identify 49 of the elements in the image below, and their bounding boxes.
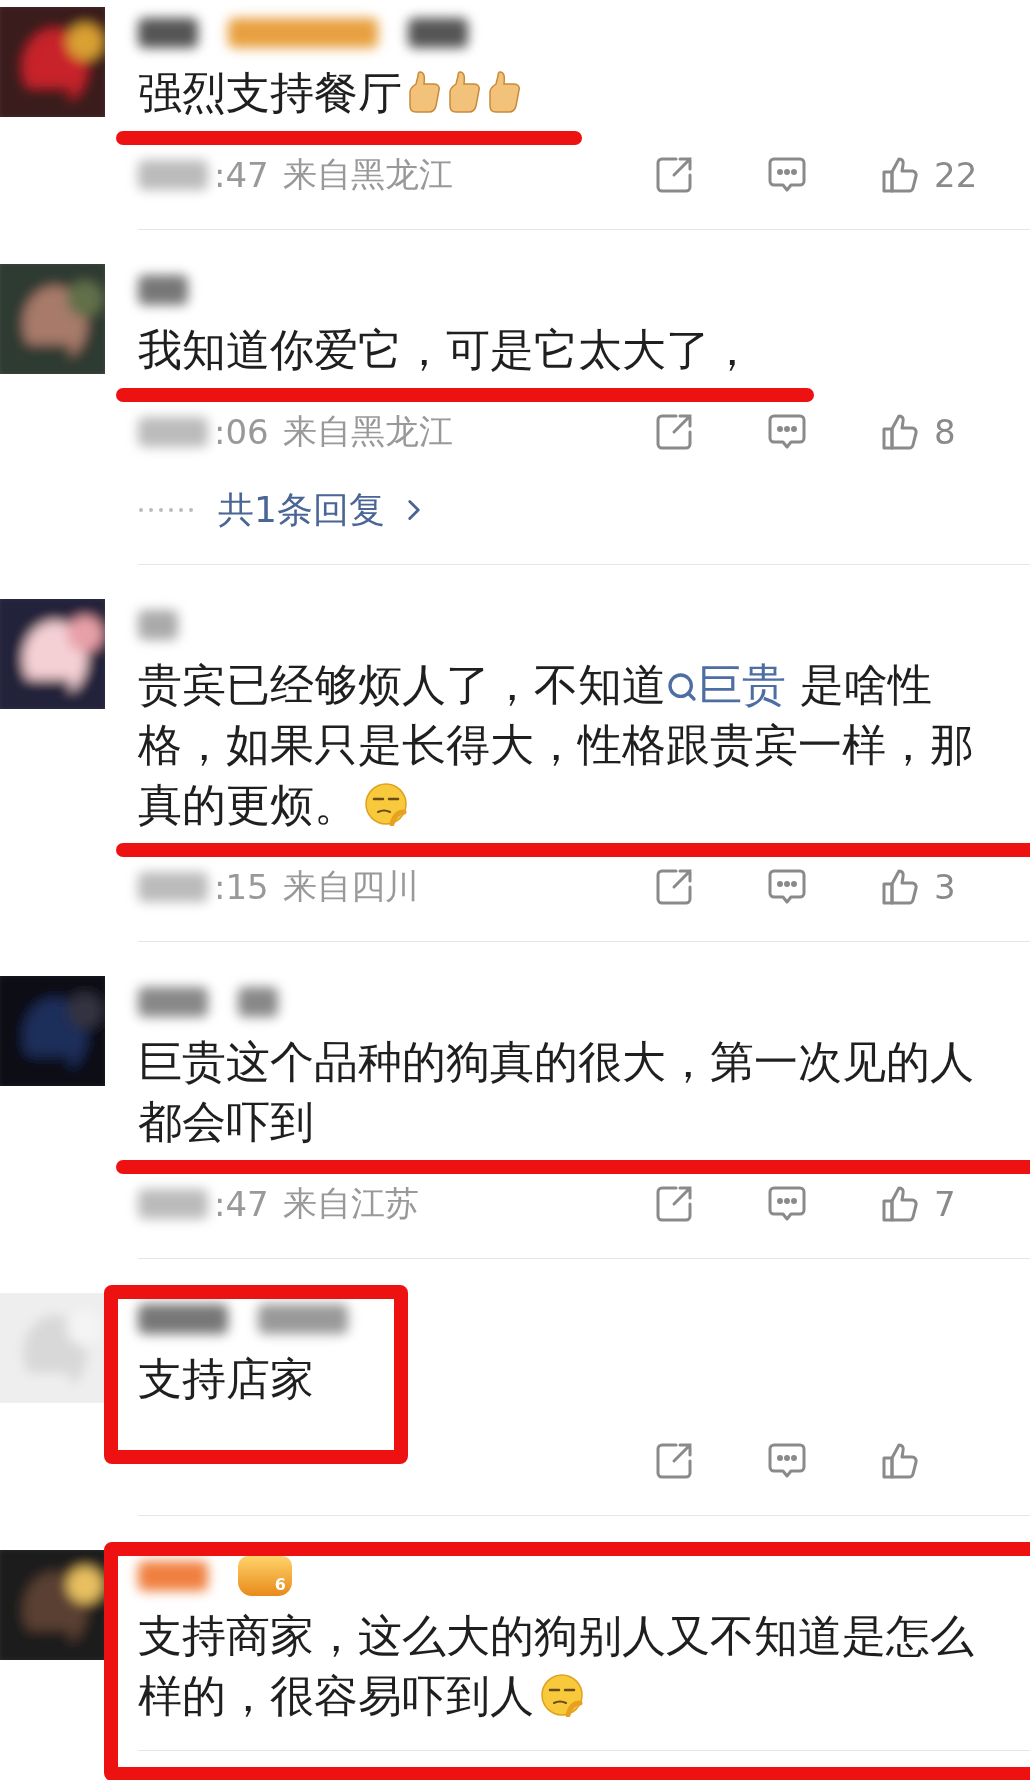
topic-link[interactable]: 巨贵 [666,659,786,710]
blurred-date [138,872,208,902]
like-button[interactable]: 8 [880,412,1010,452]
blurred-date [138,417,208,447]
blurred-name [138,987,208,1017]
blurred-name [138,1561,208,1591]
blurred-name [238,987,278,1017]
smirking-face-icon [540,1673,584,1717]
share-icon [654,1184,694,1224]
comment-location: 来自黑龙江 [282,153,453,196]
share-icon [654,867,694,907]
blurred-name [138,18,198,48]
comment-time: :06 [214,412,269,452]
comment-location: 来自江苏 [282,1182,419,1225]
thumbs-up-icon [880,155,920,195]
comment-text: 贵宾已经够烦人了，不知道 巨贵 是啥性格，如果只是长得大，性格跟贵宾一样，那真的更烦。 [138,658,975,832]
comment-text: 支持商家，这么大的狗别人又不知道是怎么样的，很容易吓到人 [138,1609,975,1723]
comment-time: :47 [214,1184,269,1224]
blurred-date [138,1189,208,1219]
comment-text: 巨贵这个品种的狗真的很大，第一次见的人都会吓到 [138,1035,975,1149]
thumbs-up-icon [448,70,482,114]
comment-location: 来自四川 [282,865,419,908]
thumbs-up-icon [880,1441,920,1481]
like-button[interactable]: 7 [880,1184,1010,1224]
share-icon [654,1441,694,1481]
level-badge: 6 [238,1556,292,1596]
smirking-face-icon [364,782,408,826]
thumbs-up-icon [408,70,442,114]
dots-icon [138,507,194,513]
comment-text: 我知道你爱它，可是它太大了， [138,323,754,377]
like-button[interactable]: 3 [880,867,1010,907]
share-icon [654,412,694,452]
thumbs-up-icon [488,70,522,114]
thumbs-up-icon [880,867,920,907]
comment-time: :15 [214,867,269,907]
replies-link[interactable]: 共1条回复 [218,485,431,535]
blurred-date [138,160,208,190]
comment-time: :47 [214,155,269,195]
comment-text: 强烈支持餐厅 [138,63,522,123]
share-icon [654,155,694,195]
thumbs-up-icon [880,412,920,452]
search-icon [666,671,698,703]
like-button[interactable]: 22 [880,155,1010,195]
blurred-name [138,275,188,305]
comment-location: 来自黑龙江 [282,410,453,453]
comment-text: 支持店家 [138,1352,314,1406]
thumbs-up-icon [880,1184,920,1224]
blurred-name [138,610,178,640]
blurred-name [408,18,468,48]
